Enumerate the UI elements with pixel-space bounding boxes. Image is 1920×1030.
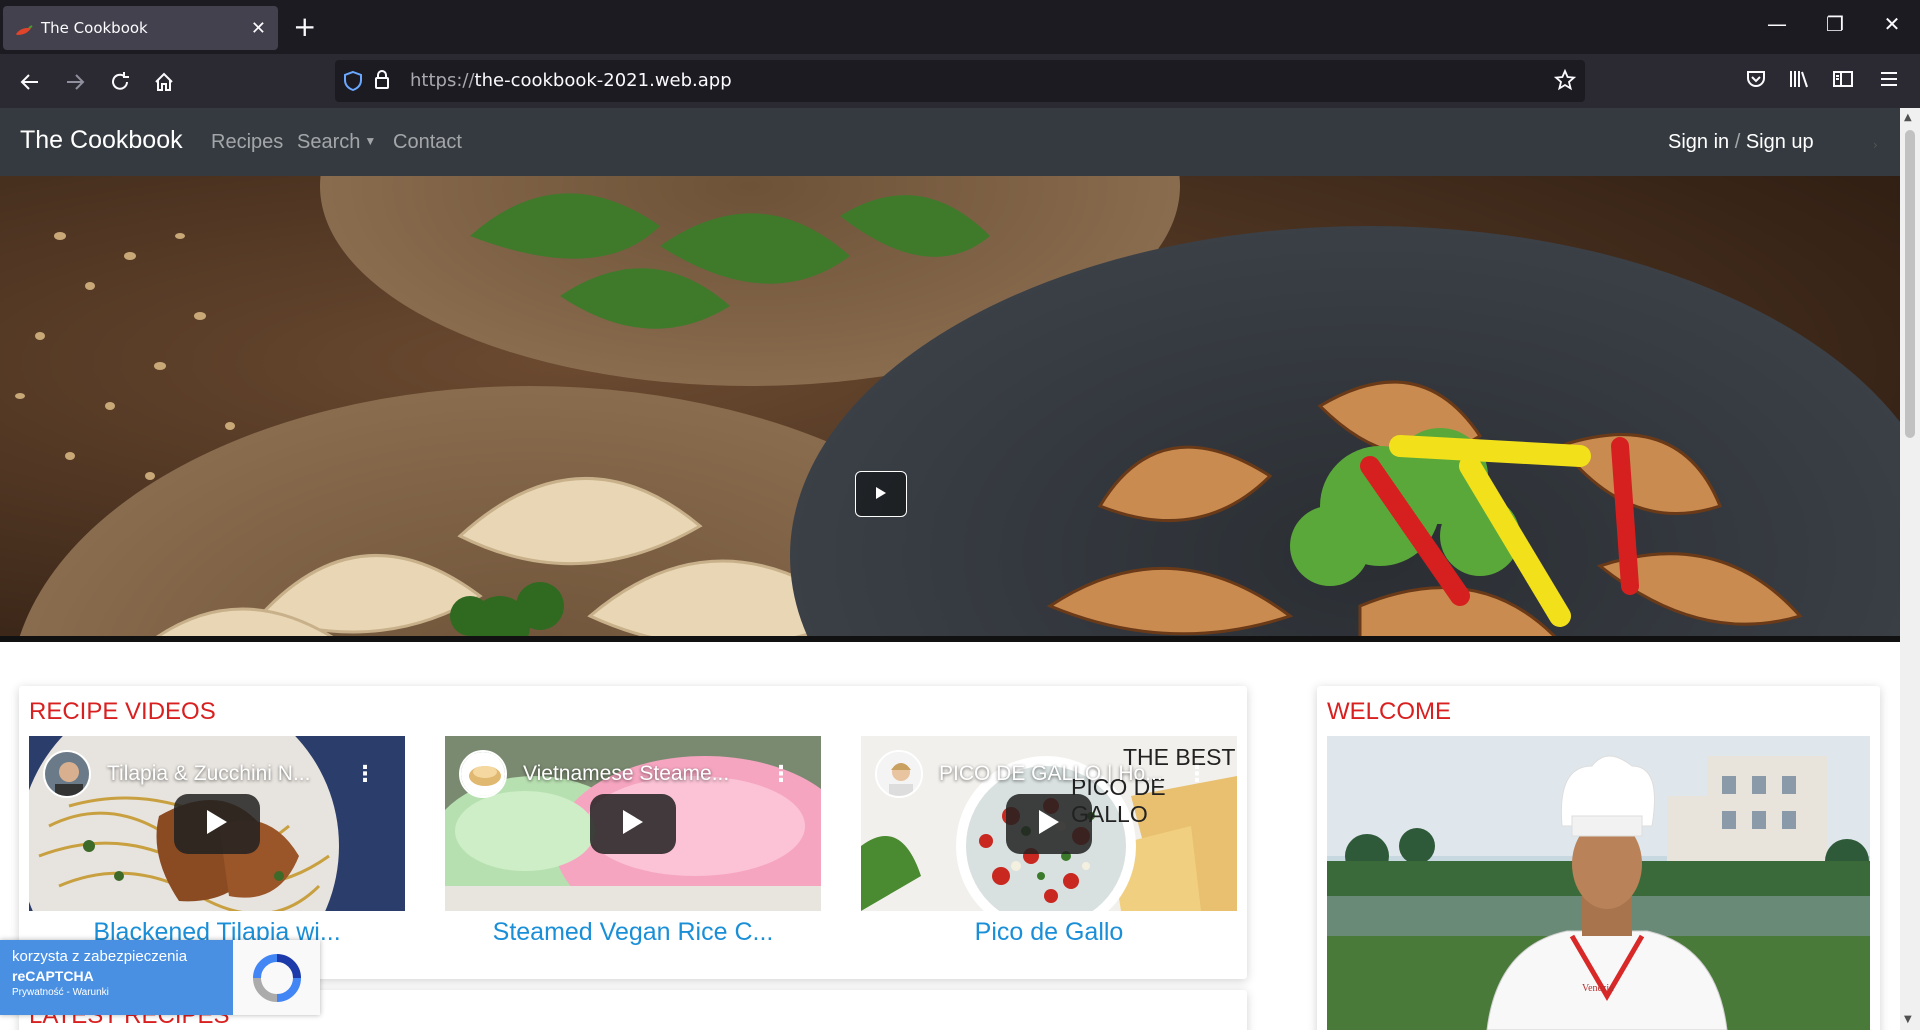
forward-arrow-icon[interactable] bbox=[57, 64, 93, 100]
hero-banner bbox=[0, 176, 1900, 642]
home-icon[interactable] bbox=[146, 64, 182, 100]
scroll-down-arrow-icon[interactable]: ▼ bbox=[1904, 1014, 1912, 1025]
site-brand[interactable]: The Cookbook bbox=[20, 126, 183, 155]
welcome-heading: WELCOME bbox=[1327, 698, 1452, 725]
page-scrollbar[interactable]: ▲ ▼ bbox=[1900, 108, 1920, 1030]
video-title[interactable]: Tilapia & Zucchini N... bbox=[107, 762, 310, 786]
nav-search-dropdown[interactable]: Search ▼ bbox=[297, 131, 376, 154]
video-caption-3[interactable]: Pico de Gallo bbox=[861, 918, 1237, 947]
auth-links: Sign in / Sign up bbox=[1668, 131, 1814, 154]
more-options-icon[interactable]: ⋮ bbox=[354, 762, 376, 787]
close-window-icon[interactable]: ✕ bbox=[1872, 12, 1912, 36]
address-bar[interactable]: https://the-cookbook-2021.web.app bbox=[335, 60, 1585, 102]
restore-icon[interactable]: ❐ bbox=[1815, 12, 1855, 36]
video-caption-2[interactable]: Steamed Vegan Rice C... bbox=[445, 918, 821, 947]
play-icon bbox=[1037, 809, 1061, 839]
nav-chevron-icon: › bbox=[1873, 138, 1878, 152]
recaptcha-logo-icon bbox=[233, 940, 320, 1015]
more-options-icon[interactable]: ⋮ bbox=[1186, 762, 1208, 787]
recaptcha-line-2: reCAPTCHA bbox=[12, 968, 94, 984]
channel-avatar[interactable] bbox=[459, 750, 507, 798]
scroll-up-arrow-icon[interactable]: ▲ bbox=[1904, 112, 1912, 123]
recaptcha-privacy-terms-link[interactable]: Prywatność - Warunki bbox=[12, 987, 221, 998]
play-icon bbox=[205, 809, 229, 839]
sidebar-icon[interactable] bbox=[1832, 68, 1854, 94]
shield-icon[interactable] bbox=[343, 70, 363, 96]
channel-avatar[interactable] bbox=[43, 750, 91, 798]
library-icon[interactable] bbox=[1788, 68, 1810, 94]
welcome-chef-image: Venezia bbox=[1327, 736, 1870, 1030]
bookmark-star-icon[interactable] bbox=[1553, 68, 1577, 95]
pocket-icon[interactable] bbox=[1745, 68, 1767, 94]
browser-tab-strip: The Cookbook ✕ + — ❐ ✕ bbox=[0, 0, 1920, 54]
back-arrow-icon[interactable] bbox=[12, 64, 48, 100]
auth-separator: / bbox=[1734, 131, 1741, 153]
scrollbar-thumb[interactable] bbox=[1905, 130, 1915, 438]
nav-contact[interactable]: Contact bbox=[393, 131, 462, 154]
video-title[interactable]: PICO DE GALLO | Ho... bbox=[939, 762, 1163, 786]
recaptcha-text-panel: korzysta z zabezpieczenia reCAPTCHA Pryw… bbox=[0, 940, 233, 1015]
chef-jacket-logo-text: Venezia bbox=[1582, 983, 1614, 994]
signup-link[interactable]: Sign up bbox=[1746, 131, 1814, 153]
video-thumbnail-3[interactable]: THE BEST PICO DE GALLO PICO DE GALLO | H… bbox=[861, 736, 1237, 911]
new-tab-button[interactable]: + bbox=[293, 10, 316, 44]
site-navbar: The Cookbook Recipes Search ▼ Contact Sig… bbox=[0, 108, 1900, 176]
hero-divider bbox=[0, 636, 1900, 642]
lock-icon[interactable] bbox=[373, 69, 391, 95]
url-text[interactable]: https://the-cookbook-2021.web.app bbox=[410, 70, 732, 91]
close-tab-icon[interactable]: ✕ bbox=[251, 18, 266, 39]
video-play-button[interactable] bbox=[174, 794, 260, 854]
chili-favicon-icon bbox=[15, 22, 33, 35]
nav-recipes[interactable]: Recipes bbox=[211, 131, 283, 154]
browser-tab[interactable]: The Cookbook ✕ bbox=[3, 6, 278, 50]
play-icon bbox=[621, 809, 645, 839]
video-thumbnail-2[interactable]: Vietnamese Steame... ⋮ bbox=[445, 736, 821, 911]
video-thumbnail-1[interactable]: Tilapia & Zucchini N... ⋮ bbox=[29, 736, 405, 911]
video-play-button[interactable] bbox=[590, 794, 676, 854]
tab-title: The Cookbook bbox=[41, 19, 148, 37]
signin-link[interactable]: Sign in bbox=[1668, 131, 1729, 153]
recaptcha-badge[interactable]: korzysta z zabezpieczenia reCAPTCHA Pryw… bbox=[0, 940, 320, 1015]
hamburger-menu-icon[interactable] bbox=[1878, 68, 1900, 94]
minimize-icon[interactable]: — bbox=[1757, 12, 1797, 36]
recaptcha-line-1: korzysta z zabezpieczenia bbox=[12, 948, 188, 965]
recipe-videos-heading: RECIPE VIDEOS bbox=[29, 698, 216, 725]
caret-down-icon: ▼ bbox=[364, 134, 377, 148]
hero-play-button[interactable] bbox=[855, 471, 907, 517]
video-play-button[interactable] bbox=[1006, 794, 1092, 854]
reload-icon[interactable] bbox=[102, 64, 138, 100]
play-icon bbox=[875, 485, 887, 504]
video-title[interactable]: Vietnamese Steame... bbox=[523, 762, 729, 786]
more-options-icon[interactable]: ⋮ bbox=[770, 762, 792, 787]
channel-avatar[interactable] bbox=[875, 750, 923, 798]
hero-dumplings-image bbox=[0, 176, 1900, 642]
chef-photo: Venezia bbox=[1327, 736, 1870, 1030]
